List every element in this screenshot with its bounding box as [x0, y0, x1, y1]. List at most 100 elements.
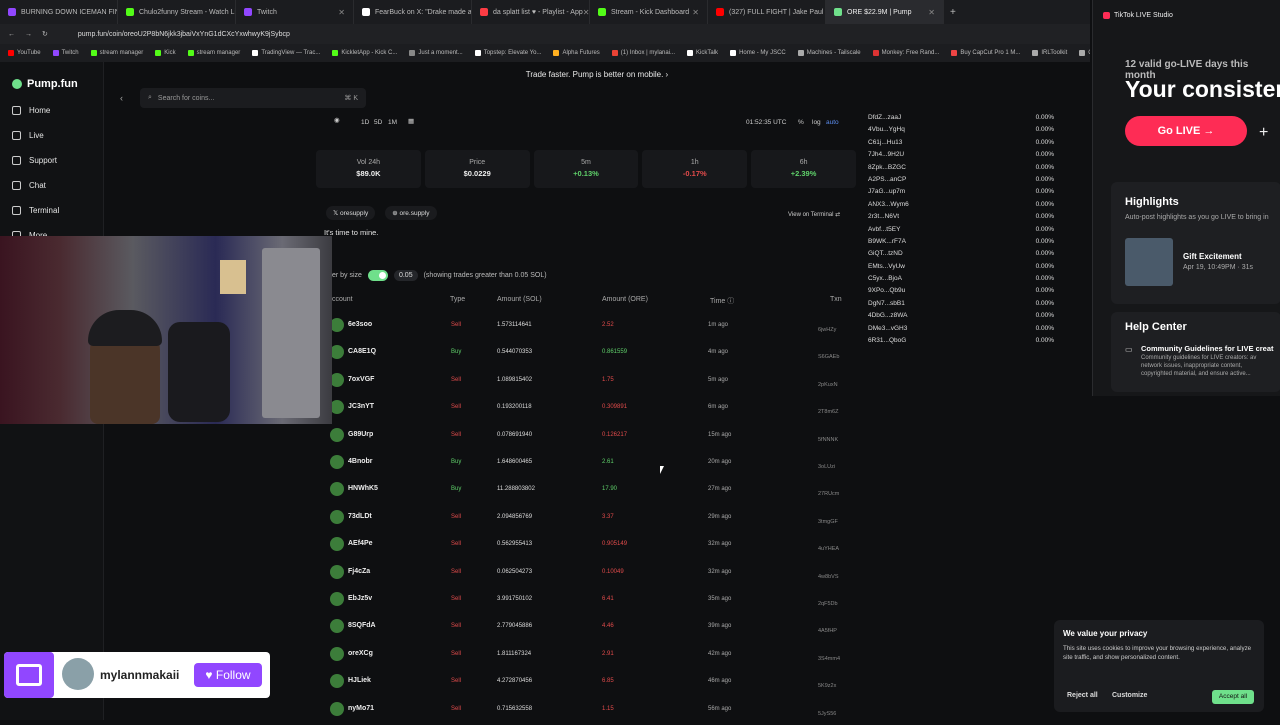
search-input[interactable]: ⌕ Search for coins... ⌘ K — [140, 88, 366, 108]
reject-all-button[interactable]: Reject all — [1067, 692, 1098, 699]
txn-link[interactable]: 5JyS56 — [818, 711, 836, 717]
trader-account[interactable]: 8SQFdA — [348, 622, 376, 629]
txn-link[interactable]: S6GAEb — [818, 354, 839, 360]
trader-account[interactable]: 7oxVGF — [348, 376, 374, 383]
sidebar-item-chat[interactable]: Chat — [12, 181, 46, 190]
bookmark-item[interactable]: Alpha Futures — [553, 50, 599, 56]
log-toggle[interactable]: log — [812, 119, 821, 126]
follow-button[interactable]: ♥ Follow — [194, 663, 262, 687]
new-tab-icon[interactable]: + — [944, 7, 956, 18]
view-on-terminal-link[interactable]: View on Terminal ⇄ — [788, 211, 840, 218]
trader-avatar[interactable] — [330, 702, 344, 716]
txn-link[interactable]: 4w8bVS — [818, 574, 839, 580]
trader-account[interactable]: 6e3soo — [348, 321, 372, 328]
txn-link[interactable]: 27RUcm — [818, 491, 839, 497]
txn-link[interactable]: 2pKuxN — [818, 382, 838, 388]
bookmark-item[interactable]: Machines - Tailscale — [798, 50, 861, 56]
trader-avatar[interactable] — [330, 647, 344, 661]
bookmark-item[interactable]: stream manager — [91, 50, 144, 56]
trader-account[interactable]: Fj4cZa — [348, 568, 370, 575]
txn-link[interactable]: 5K9z2x — [818, 683, 836, 689]
trader-account[interactable]: 73dLDt — [348, 513, 372, 520]
browser-tab[interactable]: Twitch✕ — [236, 0, 354, 24]
trader-avatar[interactable] — [330, 674, 344, 688]
range-1m[interactable]: 1M — [388, 119, 397, 126]
close-icon[interactable]: ✕ — [583, 8, 590, 17]
percent-toggle[interactable]: % — [798, 119, 804, 126]
calendar-icon[interactable]: ▦ — [408, 117, 414, 125]
customize-button[interactable]: Customize — [1112, 692, 1147, 699]
holder-address[interactable]: 4DbG...z8WA — [868, 312, 908, 324]
txn-link[interactable]: 6jwHZy — [818, 327, 836, 333]
browser-tab[interactable]: ORE $22.9M | Pump✕ — [826, 0, 944, 24]
close-icon[interactable]: ✕ — [928, 8, 935, 17]
range-1d[interactable]: 1D — [361, 119, 369, 126]
trader-account[interactable]: G89Urp — [348, 431, 373, 438]
holder-address[interactable]: C5yx...BjoA — [868, 275, 902, 287]
bookmark-item[interactable]: KickletApp - Kick C... — [332, 50, 397, 56]
reload-icon[interactable]: ↻ — [42, 30, 48, 38]
trader-avatar[interactable] — [330, 455, 344, 469]
trader-avatar[interactable] — [330, 619, 344, 633]
trader-avatar[interactable] — [330, 345, 344, 359]
browser-tab[interactable]: (327) FULL FIGHT | Jake Paul vs✕ — [708, 0, 826, 24]
trader-account[interactable]: oreXCg — [348, 650, 373, 657]
txn-link[interactable]: 4A5fHP — [818, 628, 837, 634]
trader-account[interactable]: EbJz5v — [348, 595, 372, 602]
bookmark-item[interactable]: Home - My JSCC — [730, 50, 786, 56]
trader-account[interactable]: HJLiek — [348, 677, 371, 684]
trader-account[interactable]: HNWhK5 — [348, 485, 378, 492]
bookmark-item[interactable]: YouTube — [8, 50, 41, 56]
txn-link[interactable]: 3S4mm4 — [818, 656, 840, 662]
holder-address[interactable]: 4Vbu...YgHq — [868, 126, 905, 138]
bookmark-item[interactable]: Just a moment... — [409, 50, 462, 56]
holder-address[interactable]: C61j...Hu13 — [868, 139, 902, 151]
trader-avatar[interactable] — [330, 537, 344, 551]
txn-link[interactable]: 3tmgGF — [818, 519, 838, 525]
bookmark-item[interactable]: Buy CapCut Pro 1 M... — [951, 50, 1020, 56]
bookmark-item[interactable]: IRLToolkit — [1032, 50, 1067, 56]
range-5d[interactable]: 5D — [374, 119, 382, 126]
url-field[interactable]: pump.fun/coin/oreoU2P8bN6jkk3jbaiVxYnG1d… — [78, 31, 290, 38]
accept-all-button[interactable]: Accept all — [1212, 690, 1254, 704]
eye-icon[interactable]: ◉ — [334, 116, 340, 124]
holder-address[interactable]: GiQT...tzND — [868, 250, 903, 262]
filter-toggle[interactable] — [368, 270, 388, 281]
holder-address[interactable]: B9WK...rF7A — [868, 238, 906, 250]
holder-address[interactable]: EMts...VyUw — [868, 263, 905, 275]
sidebar-item-terminal[interactable]: Terminal — [12, 206, 59, 215]
txn-link[interactable]: 3oLUzi — [818, 464, 835, 470]
sidebar-item-live[interactable]: Live — [12, 131, 44, 140]
holder-address[interactable]: DgN7...sbB1 — [868, 300, 905, 312]
holder-address[interactable]: ANX3...Wym6 — [868, 201, 909, 213]
trader-avatar[interactable] — [330, 565, 344, 579]
browser-tab[interactable]: Chulo2funny Stream - Watch Li✕ — [118, 0, 236, 24]
bookmark-item[interactable]: Twitch — [53, 50, 79, 56]
help-item[interactable]: Community Guidelines for LIVE creat — [1141, 344, 1274, 353]
x-link[interactable]: 𝕏 oresupply — [326, 206, 375, 220]
bookmark-item[interactable]: stream manager — [188, 50, 241, 56]
trader-account[interactable]: 4Bnobr — [348, 458, 373, 465]
bookmark-item[interactable]: TradingView — Trac... — [252, 50, 320, 56]
plus-icon[interactable]: + — [1259, 124, 1268, 142]
holder-address[interactable]: 7Jh4...9H2U — [868, 151, 904, 163]
browser-tab[interactable]: BURNING DOWN ICEMAN FIN✕ — [0, 0, 118, 24]
bookmark-item[interactable]: Monkey: Free Rand... — [873, 50, 940, 56]
trader-account[interactable]: AEf4Pe — [348, 540, 373, 547]
holder-address[interactable]: 8Zpk...BZGC — [868, 164, 906, 176]
trader-avatar[interactable] — [330, 318, 344, 332]
sidebar-item-support[interactable]: Support — [12, 156, 57, 165]
holder-address[interactable]: DfdZ...zaaJ — [868, 114, 901, 126]
close-icon[interactable]: ✕ — [338, 8, 345, 17]
auto-toggle[interactable]: auto — [826, 119, 839, 126]
holder-address[interactable]: 6R31...QboG — [868, 337, 906, 349]
txn-link[interactable]: 2qF5Db — [818, 601, 838, 607]
holder-address[interactable]: 9XPo...Qb9u — [868, 287, 905, 299]
browser-tab[interactable]: FearBuck on X: "Drake made a✕ — [354, 0, 472, 24]
mobile-banner[interactable]: Trade faster. Pump is better on mobile. … — [104, 66, 1090, 84]
trader-account[interactable]: nyMo71 — [348, 705, 374, 712]
txn-link[interactable]: 2T8m6Z — [818, 409, 838, 415]
bookmark-item[interactable]: Kick — [155, 50, 175, 56]
chevron-left-icon[interactable]: ‹ — [120, 93, 123, 103]
highlight-thumbnail[interactable] — [1125, 238, 1173, 286]
